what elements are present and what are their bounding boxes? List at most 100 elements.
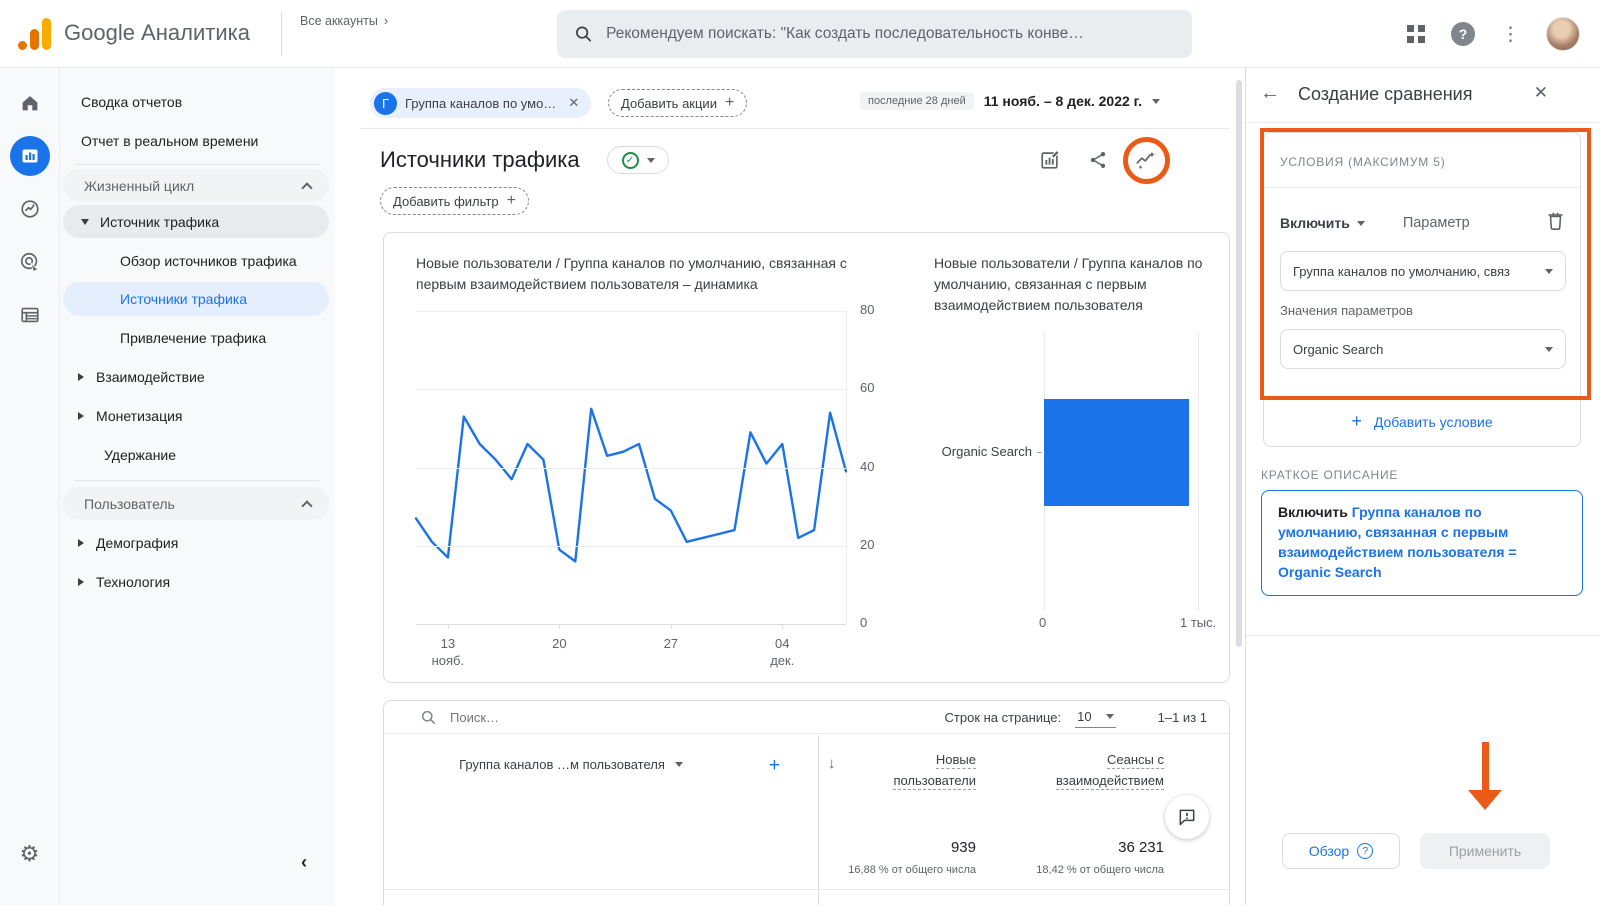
apps-grid-icon[interactable]	[1407, 25, 1425, 43]
y-axis-label: 60	[860, 380, 894, 395]
sidebar-item-label: Источник трафика	[100, 214, 219, 230]
caret-right-icon	[78, 539, 84, 547]
sidebar-section-user[interactable]: Пользователь	[63, 487, 329, 520]
add-dimension-icon[interactable]: +	[769, 755, 780, 777]
parameter-label: Параметр	[1403, 215, 1470, 231]
home-icon[interactable]	[10, 83, 50, 123]
comparison-chip-label: Группа каналов по умо…	[405, 96, 556, 111]
caret-down-icon	[1545, 347, 1553, 352]
feedback-button[interactable]	[1165, 795, 1209, 839]
sidebar-section-label: Пользователь	[84, 496, 175, 512]
chevron-right-icon: ›	[384, 13, 388, 28]
customize-report-icon[interactable]	[1037, 147, 1063, 173]
summary-box: Включить Группа каналов по умолчанию, св…	[1261, 490, 1583, 596]
x-axis-tick	[782, 624, 783, 629]
panel-footer: Обзор ? Применить	[1246, 833, 1600, 869]
divider	[1264, 187, 1580, 188]
bar-category-tick	[1037, 452, 1042, 453]
add-condition-button[interactable]: + Добавить условие	[1264, 411, 1580, 432]
line-chart[interactable]: 80604020013нояб.202704дек.	[416, 299, 916, 679]
insights-icon[interactable]	[1133, 147, 1159, 173]
chart-gridline	[416, 546, 846, 547]
reports-icon[interactable]	[10, 136, 50, 176]
overview-button[interactable]: Обзор ?	[1282, 833, 1400, 869]
settings-gear-icon[interactable]: ⚙	[0, 841, 59, 867]
search-input[interactable]	[606, 25, 1174, 43]
main-content: Г Группа каналов по умо… ✕ Добавить акци…	[335, 68, 1245, 905]
advertising-icon[interactable]	[10, 242, 50, 282]
conditions-label: УСЛОВИЯ (МАКСИМУМ 5)	[1280, 155, 1446, 169]
collapse-sidebar-icon[interactable]: ‹	[301, 852, 307, 873]
x-axis-label: 1 тыс.	[1180, 615, 1216, 630]
page-title: Источники трафика	[380, 147, 580, 173]
metric-header-engaged-sessions[interactable]: Сеансы с взаимодействием	[1014, 749, 1164, 791]
rows-per-page-select[interactable]: 10	[1075, 707, 1115, 728]
dimension-value-select-value: Organic Search	[1293, 342, 1383, 357]
explore-icon[interactable]	[10, 189, 50, 229]
total-share: 16,88 % от общего числа	[776, 864, 976, 876]
close-icon[interactable]: ✕	[1534, 83, 1548, 103]
sidebar-item-acquisition-overview[interactable]: Обзор источников трафика	[60, 241, 335, 280]
x-axis-label: 27	[641, 635, 701, 652]
bar-organic-search[interactable]	[1044, 399, 1189, 506]
close-icon[interactable]: ✕	[568, 95, 579, 111]
sidebar-item-tech[interactable]: Технология	[60, 562, 335, 601]
more-menu-icon[interactable]: ⋮	[1501, 25, 1520, 44]
topbar-actions: ? ⋮	[1407, 0, 1580, 68]
sidebar-item-engagement[interactable]: Взаимодействие	[60, 357, 335, 396]
caret-right-icon	[78, 578, 84, 586]
total-share: 18,42 % от общего числа	[964, 864, 1164, 876]
sidebar-item-monetization[interactable]: Монетизация	[60, 396, 335, 435]
help-icon[interactable]: ?	[1451, 22, 1475, 46]
table-search-input[interactable]	[450, 710, 750, 725]
library-icon[interactable]	[10, 295, 50, 335]
panel-title: Создание сравнения	[1298, 84, 1472, 105]
comparison-chip-avatar: Г	[374, 92, 397, 115]
metric-header-new-users[interactable]: Новые пользователи	[856, 749, 976, 791]
dimension-select[interactable]: Группа каналов по умолчанию, связ	[1280, 251, 1566, 291]
sidebar-divider	[75, 480, 320, 481]
bar-chart[interactable]	[1044, 331, 1198, 611]
sidebar-item-label: Обзор источников трафика	[120, 253, 297, 269]
delete-condition-icon[interactable]	[1547, 211, 1564, 235]
sidebar-item-realtime[interactable]: Отчет в реальном времени	[60, 121, 335, 160]
sidebar-item-user-acquisition[interactable]: Привлечение трафика	[60, 318, 335, 357]
question-circle-icon: ?	[1357, 843, 1373, 859]
breadcrumb-all-accounts[interactable]: Все аккаунты ›	[300, 13, 388, 28]
chart-gridline	[416, 468, 846, 469]
comparison-chip[interactable]: Г Группа каналов по умо… ✕	[370, 88, 591, 118]
chevron-up-icon	[301, 182, 312, 193]
search-bar[interactable]	[557, 10, 1192, 58]
report-status-pill[interactable]: ✓	[607, 146, 669, 174]
sidebar-item-snapshot[interactable]: Сводка отчетов	[60, 82, 335, 121]
google-analytics-logo[interactable]	[18, 16, 51, 50]
x-axis-tick	[559, 624, 560, 629]
back-arrow-icon[interactable]: ←	[1260, 82, 1280, 105]
scrollbar[interactable]	[1236, 80, 1242, 647]
include-select[interactable]: Включить	[1280, 215, 1350, 231]
apply-button-disabled[interactable]: Применить	[1420, 833, 1550, 869]
sidebar-section-lifecycle[interactable]: Жизненный цикл	[63, 169, 329, 202]
avatar[interactable]	[1546, 17, 1580, 51]
sidebar-item-traffic-acquisition-active[interactable]: Источники трафика	[63, 282, 329, 316]
table-search-row: Строк на странице: 10 1–1 из 1	[384, 701, 1229, 734]
topbar: Google Аналитика Все аккаунты › ? ⋮	[0, 0, 1600, 68]
share-icon[interactable]	[1085, 147, 1111, 173]
condition-row: Включить Параметр	[1280, 211, 1564, 235]
sidebar-item-label: Сводка отчетов	[81, 94, 182, 110]
sidebar-item-acquisition[interactable]: Источник трафика	[63, 205, 329, 238]
plus-icon: +	[1351, 411, 1362, 432]
add-filter-label: Добавить фильтр	[393, 194, 499, 209]
date-range-picker[interactable]: последние 28 дней 11 нояб. – 8 дек. 2022…	[860, 92, 1160, 110]
sort-descending-icon[interactable]: ↓	[828, 755, 836, 772]
x-axis-tick	[671, 624, 672, 629]
sidebar-item-label: Источники трафика	[120, 291, 247, 307]
dimension-header-select[interactable]: Группа каналов …м пользователя	[384, 757, 758, 772]
product-name: Google Аналитика	[64, 20, 250, 46]
add-comparison-chip[interactable]: Добавить акции +	[608, 89, 747, 117]
add-filter-chip[interactable]: Добавить фильтр +	[380, 187, 529, 215]
sidebar-item-demographics[interactable]: Демография	[60, 523, 335, 562]
sidebar-item-retention[interactable]: Удержание	[60, 435, 335, 474]
dimension-value-select[interactable]: Organic Search	[1280, 329, 1566, 369]
rows-per-page-value: 10	[1077, 709, 1091, 724]
